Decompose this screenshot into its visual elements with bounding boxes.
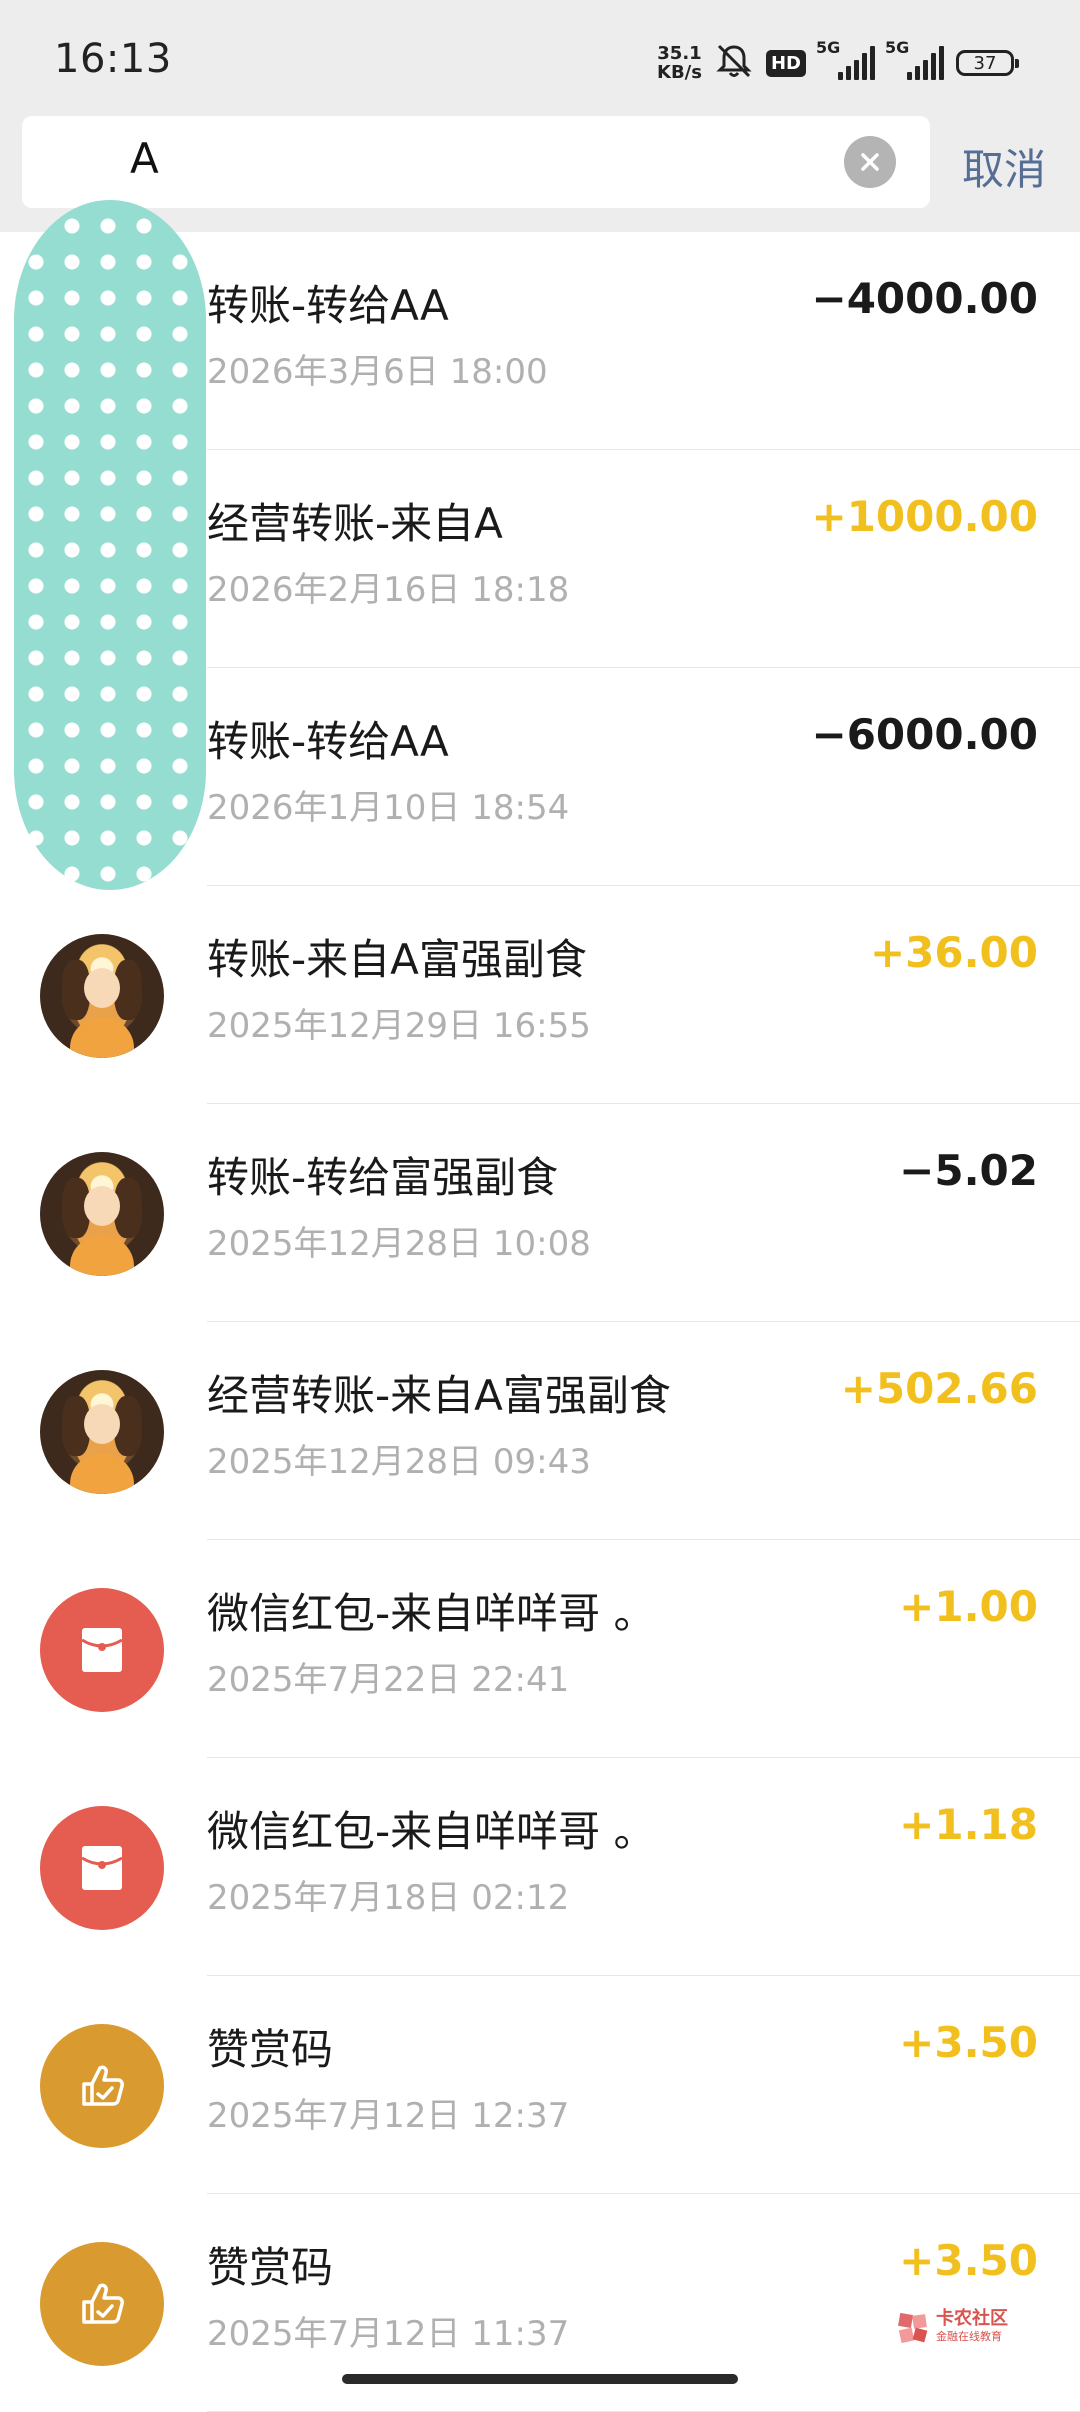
transaction-date: 2025年7月22日 22:41 xyxy=(207,1660,570,1700)
transaction-row[interactable]: 经营转账-来自A富强副食 2025年12月28日 09:43 +502.66 xyxy=(0,1322,1080,1540)
battery-level: 37 xyxy=(973,52,997,74)
transaction-title: 微信红包-来自咩咩哥 。 xyxy=(207,1589,656,1638)
watermark: 卡农社区 金融在线教育 xyxy=(896,2310,1008,2346)
network-speed-value: 35.1 xyxy=(657,43,702,64)
transaction-date: 2026年2月16日 18:18 xyxy=(207,570,570,610)
transaction-date: 2025年7月12日 11:37 xyxy=(207,2314,570,2354)
transaction-date: 2026年1月10日 18:54 xyxy=(207,788,570,828)
thumbs-up-icon xyxy=(40,2024,164,2148)
status-bar: 16:13 35.1 KB/s HD 5G 5G 37 xyxy=(0,0,1080,116)
transaction-date: 2025年7月12日 12:37 xyxy=(207,2096,570,2136)
battery-icon: 37 xyxy=(956,50,1019,76)
transaction-title: 经营转账-来自A xyxy=(207,499,503,548)
transaction-row[interactable]: 微信红包-来自咩咩哥 。 2025年7月22日 22:41 +1.00 xyxy=(0,1540,1080,1758)
search-input[interactable]: A xyxy=(22,116,930,208)
hd-badge: HD xyxy=(765,49,806,77)
transaction-title: 微信红包-来自咩咩哥 。 xyxy=(207,1807,656,1856)
signal-1-icon: 5G xyxy=(816,38,875,80)
signal-2-icon: 5G xyxy=(885,38,944,80)
transaction-title: 转账-来自A富强副食 xyxy=(207,935,587,984)
transaction-date: 2025年12月28日 10:08 xyxy=(207,1224,591,1264)
transaction-title: 经营转账-来自A富强副食 xyxy=(207,1371,671,1420)
transaction-amount: −6000.00 xyxy=(811,710,1039,759)
redaction-overlay xyxy=(14,200,206,890)
transaction-amount: +1.00 xyxy=(899,1582,1038,1631)
transaction-amount: −4000.00 xyxy=(811,274,1039,323)
red-packet-icon xyxy=(40,1806,164,1930)
watermark-logo xyxy=(898,2312,928,2344)
thumbs-up-icon xyxy=(40,2242,164,2366)
transaction-title: 转账-转给AA xyxy=(207,717,449,766)
transaction-date: 2025年12月28日 09:43 xyxy=(207,1442,591,1482)
search-bar: A 取消 xyxy=(0,116,1080,232)
network-speed-unit: KB/s xyxy=(657,62,702,83)
network-speed: 35.1 KB/s xyxy=(657,44,702,82)
transaction-amount: +1.18 xyxy=(899,1800,1038,1849)
search-query: A xyxy=(130,134,159,183)
status-icons: 35.1 KB/s HD 5G 5G 37 xyxy=(657,38,1019,88)
transaction-row[interactable]: 微信红包-来自咩咩哥 。 2025年7月18日 02:12 +1.18 xyxy=(0,1758,1080,1976)
transaction-date: 2025年12月29日 16:55 xyxy=(207,1006,591,1046)
transaction-amount: +36.00 xyxy=(869,928,1038,977)
signal-1-label: 5G xyxy=(816,38,841,57)
red-packet-icon xyxy=(40,1588,164,1712)
home-indicator[interactable] xyxy=(342,2374,738,2384)
close-icon xyxy=(861,153,879,171)
transaction-amount: −5.02 xyxy=(899,1146,1038,1195)
transaction-date: 2025年7月18日 02:12 xyxy=(207,1878,570,1918)
watermark-sub-text: 金融在线教育 xyxy=(936,2330,1002,2343)
transaction-title: 转账-转给AA xyxy=(207,281,449,330)
transaction-row[interactable]: 转账-转给富强副食 2025年12月28日 10:08 −5.02 xyxy=(0,1104,1080,1322)
status-time: 16:13 xyxy=(54,36,172,82)
cancel-button[interactable]: 取消 xyxy=(962,136,1046,197)
clear-search-button[interactable] xyxy=(844,136,896,188)
transaction-row[interactable]: 赞赏码 2025年7月12日 12:37 +3.50 xyxy=(0,1976,1080,2194)
signal-2-label: 5G xyxy=(885,38,910,57)
avatar xyxy=(40,934,164,1058)
transaction-amount: +3.50 xyxy=(899,2018,1038,2067)
transaction-title: 赞赏码 xyxy=(207,2025,334,2074)
avatar xyxy=(40,1152,164,1276)
watermark-main-text: 卡农社区 xyxy=(936,2308,1008,2329)
transaction-amount: +1000.00 xyxy=(811,492,1039,541)
mute-icon xyxy=(714,41,754,85)
transaction-row[interactable]: 转账-来自A富强副食 2025年12月29日 16:55 +36.00 xyxy=(0,886,1080,1104)
transaction-amount: +3.50 xyxy=(899,2236,1038,2285)
avatar xyxy=(40,1370,164,1494)
transaction-title: 转账-转给富强副食 xyxy=(207,1153,559,1202)
transaction-title: 赞赏码 xyxy=(207,2243,334,2292)
transaction-amount: +502.66 xyxy=(840,1364,1038,1413)
transaction-date: 2026年3月6日 18:00 xyxy=(207,352,548,392)
